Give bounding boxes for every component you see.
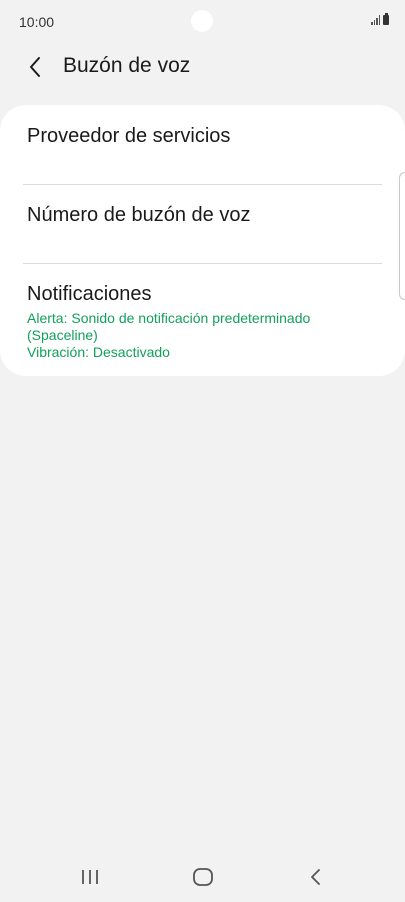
settings-item-title: Proveedor de servicios xyxy=(27,125,231,147)
home-button[interactable] xyxy=(183,862,223,892)
settings-item-title: Número de buzón de voz xyxy=(27,204,251,226)
status-icons xyxy=(371,13,389,25)
scroll-indicator[interactable] xyxy=(399,172,405,300)
chevron-left-icon xyxy=(30,57,40,77)
back-icon xyxy=(311,869,320,885)
notification-vibration-text: Vibración: Desactivado xyxy=(27,344,170,360)
status-bar: 10:00 xyxy=(0,0,405,44)
navigation-bar xyxy=(0,852,405,902)
app-header: Buzón de voz xyxy=(0,44,405,88)
notification-alert-text: Alerta: Sonido de notificación predeterm… xyxy=(27,310,311,343)
signal-icon xyxy=(371,15,380,25)
recent-apps-icon xyxy=(82,870,98,884)
recent-apps-button[interactable] xyxy=(70,862,110,892)
settings-item-service-provider[interactable]: Proveedor de servicios xyxy=(0,105,405,185)
status-time: 10:00 xyxy=(19,14,55,30)
settings-item-title: Notificaciones xyxy=(27,283,152,305)
settings-item-voicemail-number[interactable]: Número de buzón de voz xyxy=(0,185,405,264)
home-icon xyxy=(193,868,213,886)
page-title: Buzón de voz xyxy=(63,54,191,77)
settings-item-subtitle: Alerta: Sonido de notificación predeterm… xyxy=(27,310,367,361)
camera-cutout xyxy=(191,10,213,32)
settings-card: Proveedor de servicios Número de buzón d… xyxy=(0,105,405,376)
settings-item-notifications[interactable]: Notificaciones Alerta: Sonido de notific… xyxy=(0,264,405,376)
nav-back-button[interactable] xyxy=(296,862,336,892)
back-button[interactable] xyxy=(20,52,50,82)
battery-icon xyxy=(383,13,389,25)
